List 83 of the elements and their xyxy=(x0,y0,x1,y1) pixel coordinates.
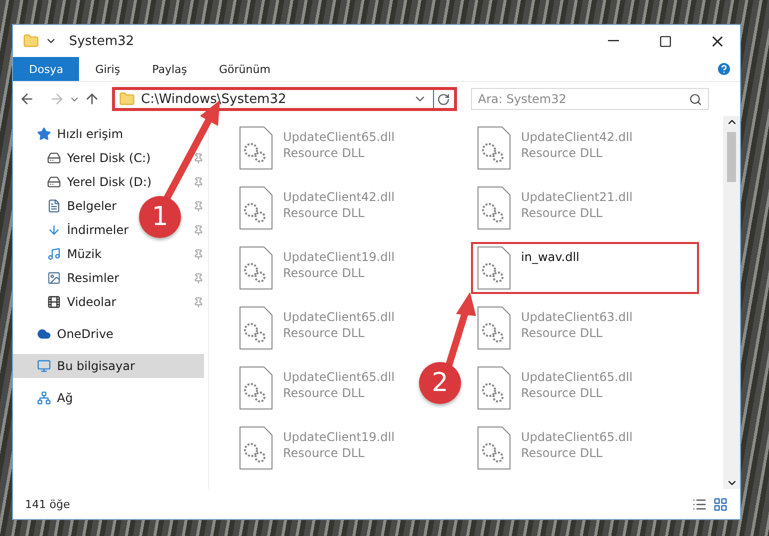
sidebar-item[interactable]: Müzik xyxy=(13,242,106,266)
file-item[interactable]: in_wav.dll xyxy=(471,242,699,294)
maximize-icon xyxy=(658,34,672,48)
item-count: 141 öğe xyxy=(25,498,71,510)
search-icon xyxy=(689,92,702,106)
scrollbar[interactable] xyxy=(723,116,740,489)
address-bar[interactable]: C:\Windows\System32 xyxy=(112,87,457,111)
file-type: Resource DLL xyxy=(283,206,366,220)
file-name: UpdateClient65.dll xyxy=(283,130,395,144)
pin-icon[interactable] xyxy=(193,272,204,284)
sidebar-item[interactable]: Hızlı erişim xyxy=(13,122,128,146)
ribbon-tab[interactable]: Giriş xyxy=(79,57,136,81)
file-type: Resource DLL xyxy=(283,386,366,400)
sidebar-item[interactable]: Yerel Disk (D:) xyxy=(13,170,156,194)
file-name: UpdateClient65.dll xyxy=(283,370,395,384)
disk-c-icon xyxy=(47,151,61,165)
minimize-icon xyxy=(608,40,618,42)
cloud-icon xyxy=(37,327,51,341)
up-icon[interactable] xyxy=(84,91,100,107)
scrollbar-thumb[interactable] xyxy=(727,132,736,182)
docs-icon xyxy=(47,199,61,213)
sidebar-item[interactable]: Yerel Disk (C:) xyxy=(13,146,155,170)
ribbon-tab[interactable]: Görünüm xyxy=(203,57,286,81)
file-type: Resource DLL xyxy=(283,326,366,340)
pictures-icon xyxy=(47,271,61,285)
sidebar-item[interactable]: Resimler xyxy=(13,266,124,290)
settings-file-icon xyxy=(239,186,273,230)
file-name: UpdateClient19.dll xyxy=(283,430,395,444)
sidebar-item[interactable]: Ağ xyxy=(13,386,77,410)
details-view-icon[interactable] xyxy=(692,496,707,512)
settings-file-icon xyxy=(477,246,511,290)
settings-file-icon xyxy=(239,306,273,350)
settings-file-icon xyxy=(239,126,273,170)
pin-icon[interactable] xyxy=(193,176,204,188)
settings-file-icon xyxy=(477,366,511,410)
file-name: UpdateClient21.dll xyxy=(521,190,633,204)
settings-file-icon xyxy=(477,126,511,170)
file-name: in_wav.dll xyxy=(521,250,580,264)
settings-file-icon xyxy=(239,366,273,410)
settings-file-icon xyxy=(239,426,273,470)
pin-icon[interactable] xyxy=(193,296,204,308)
sidebar-item[interactable]: OneDrive xyxy=(13,322,118,346)
file-type: Resource DLL xyxy=(283,146,366,160)
file-type: Resource DLL xyxy=(283,266,366,280)
file-type: Resource DLL xyxy=(521,446,604,460)
file-name: UpdateClient19.dll xyxy=(283,250,395,264)
back-icon[interactable] xyxy=(19,91,35,107)
settings-file-icon xyxy=(239,246,273,290)
star-icon xyxy=(37,127,51,141)
sidebar-item[interactable]: Videolar xyxy=(13,290,120,314)
ribbon-tab[interactable]: Paylaş xyxy=(136,57,203,81)
pin-icon[interactable] xyxy=(193,200,204,212)
file-type: Resource DLL xyxy=(521,146,604,160)
pin-icon[interactable] xyxy=(193,152,204,164)
videos-icon xyxy=(47,295,61,309)
window-title: System32 xyxy=(69,34,136,48)
file-name: UpdateClient63.dll xyxy=(521,310,633,324)
pin-icon[interactable] xyxy=(193,224,204,236)
network-icon xyxy=(37,391,51,405)
sidebar-item[interactable]: Belgeler xyxy=(13,194,121,218)
sidebar-item[interactable]: İndirmeler xyxy=(13,218,133,242)
download-icon xyxy=(47,223,61,237)
settings-file-icon xyxy=(477,426,511,470)
file-type: Resource DLL xyxy=(521,326,604,340)
settings-file-icon xyxy=(477,306,511,350)
file-type: Resource DLL xyxy=(283,446,366,460)
file-type: Resource DLL xyxy=(521,386,604,400)
pc-icon xyxy=(37,359,51,373)
music-icon xyxy=(47,247,61,261)
ribbon-tab[interactable]: Dosya xyxy=(13,57,80,81)
pin-icon[interactable] xyxy=(193,248,204,260)
settings-file-icon xyxy=(477,186,511,230)
folder-icon xyxy=(119,91,135,107)
file-name: UpdateClient42.dll xyxy=(283,190,395,204)
file-name: UpdateClient65.dll xyxy=(283,310,395,324)
refresh-icon[interactable] xyxy=(437,92,450,106)
tiles-view-icon[interactable] xyxy=(713,496,728,512)
file-type: Resource DLL xyxy=(521,206,604,220)
sidebar-item[interactable]: Bu bilgisayar xyxy=(13,354,204,378)
file-name: UpdateClient65.dll xyxy=(521,430,633,444)
search-field[interactable]: Ara: System32 xyxy=(471,88,709,110)
file-name: UpdateClient65.dll xyxy=(521,370,633,384)
file-name: UpdateClient42.dll xyxy=(521,130,633,144)
